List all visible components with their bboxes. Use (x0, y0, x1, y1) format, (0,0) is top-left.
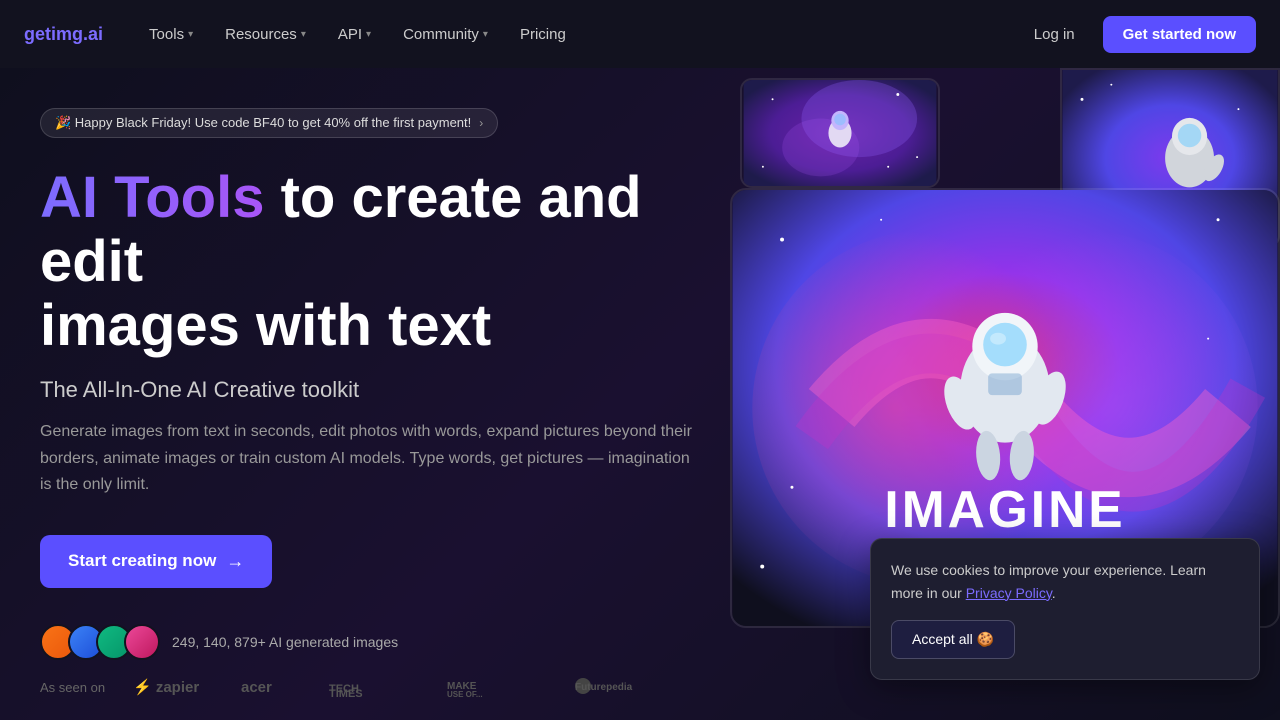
arrow-right-icon: → (226, 551, 244, 572)
hero-heading: AI Tools to create and editimages with t… (40, 166, 700, 357)
promo-banner[interactable]: 🎉 Happy Black Friday! Use code BF40 to g… (40, 108, 498, 138)
logo-text: getimg (24, 24, 83, 44)
promo-text: 🎉 Happy Black Friday! Use code BF40 to g… (55, 115, 471, 131)
hero-left: 🎉 Happy Black Friday! Use code BF40 to g… (0, 68, 740, 720)
chevron-down-icon: ▾ (366, 29, 371, 40)
hero-heading-gradient: AI Tools (40, 165, 264, 230)
chevron-down-icon: ▾ (301, 29, 306, 40)
site-logo[interactable]: getimg.ai (24, 24, 103, 45)
social-proof: 249, 140, 879+ AI generated images (40, 624, 700, 660)
nav-item-community[interactable]: Community ▾ (389, 18, 502, 51)
get-started-button[interactable]: Get started now (1103, 16, 1256, 53)
logo-ai: ai (88, 24, 103, 44)
start-creating-label: Start creating now (68, 551, 216, 571)
nav-item-resources[interactable]: Resources ▾ (211, 18, 320, 51)
cookie-accept-button[interactable]: Accept all 🍪 (891, 620, 1015, 659)
navbar: getimg.ai Tools ▾ Resources ▾ API ▾ Comm… (0, 0, 1280, 68)
nav-item-api[interactable]: API ▾ (324, 18, 385, 51)
hero-description: Generate images from text in seconds, ed… (40, 419, 700, 498)
hero-image-card-2 (1060, 68, 1280, 248)
nav-item-tools[interactable]: Tools ▾ (135, 18, 207, 51)
chevron-down-icon: ▾ (188, 29, 193, 40)
svg-text:IMAGINE: IMAGINE (884, 480, 1125, 538)
main-content: 🎉 Happy Black Friday! Use code BF40 to g… (0, 68, 1280, 720)
start-creating-button[interactable]: Start creating now → (40, 535, 272, 588)
chevron-down-icon: ▾ (483, 29, 488, 40)
nav-item-pricing[interactable]: Pricing (506, 18, 580, 51)
login-button[interactable]: Log in (1022, 18, 1087, 51)
privacy-policy-link[interactable]: Privacy Policy (966, 585, 1052, 601)
cookie-banner: We use cookies to improve your experienc… (870, 538, 1260, 680)
avatar-group (40, 624, 160, 660)
social-proof-text: 249, 140, 879+ AI generated images (172, 634, 398, 650)
nav-actions: Log in Get started now (1022, 16, 1256, 53)
hero-subtitle: The All-In-One AI Creative toolkit (40, 377, 700, 403)
avatar (124, 624, 160, 660)
hero-image-card-1 (740, 78, 940, 188)
cookie-text: We use cookies to improve your experienc… (891, 559, 1239, 604)
chevron-right-icon: › (479, 116, 483, 130)
nav-links: Tools ▾ Resources ▾ API ▾ Community ▾ Pr… (135, 18, 1022, 51)
